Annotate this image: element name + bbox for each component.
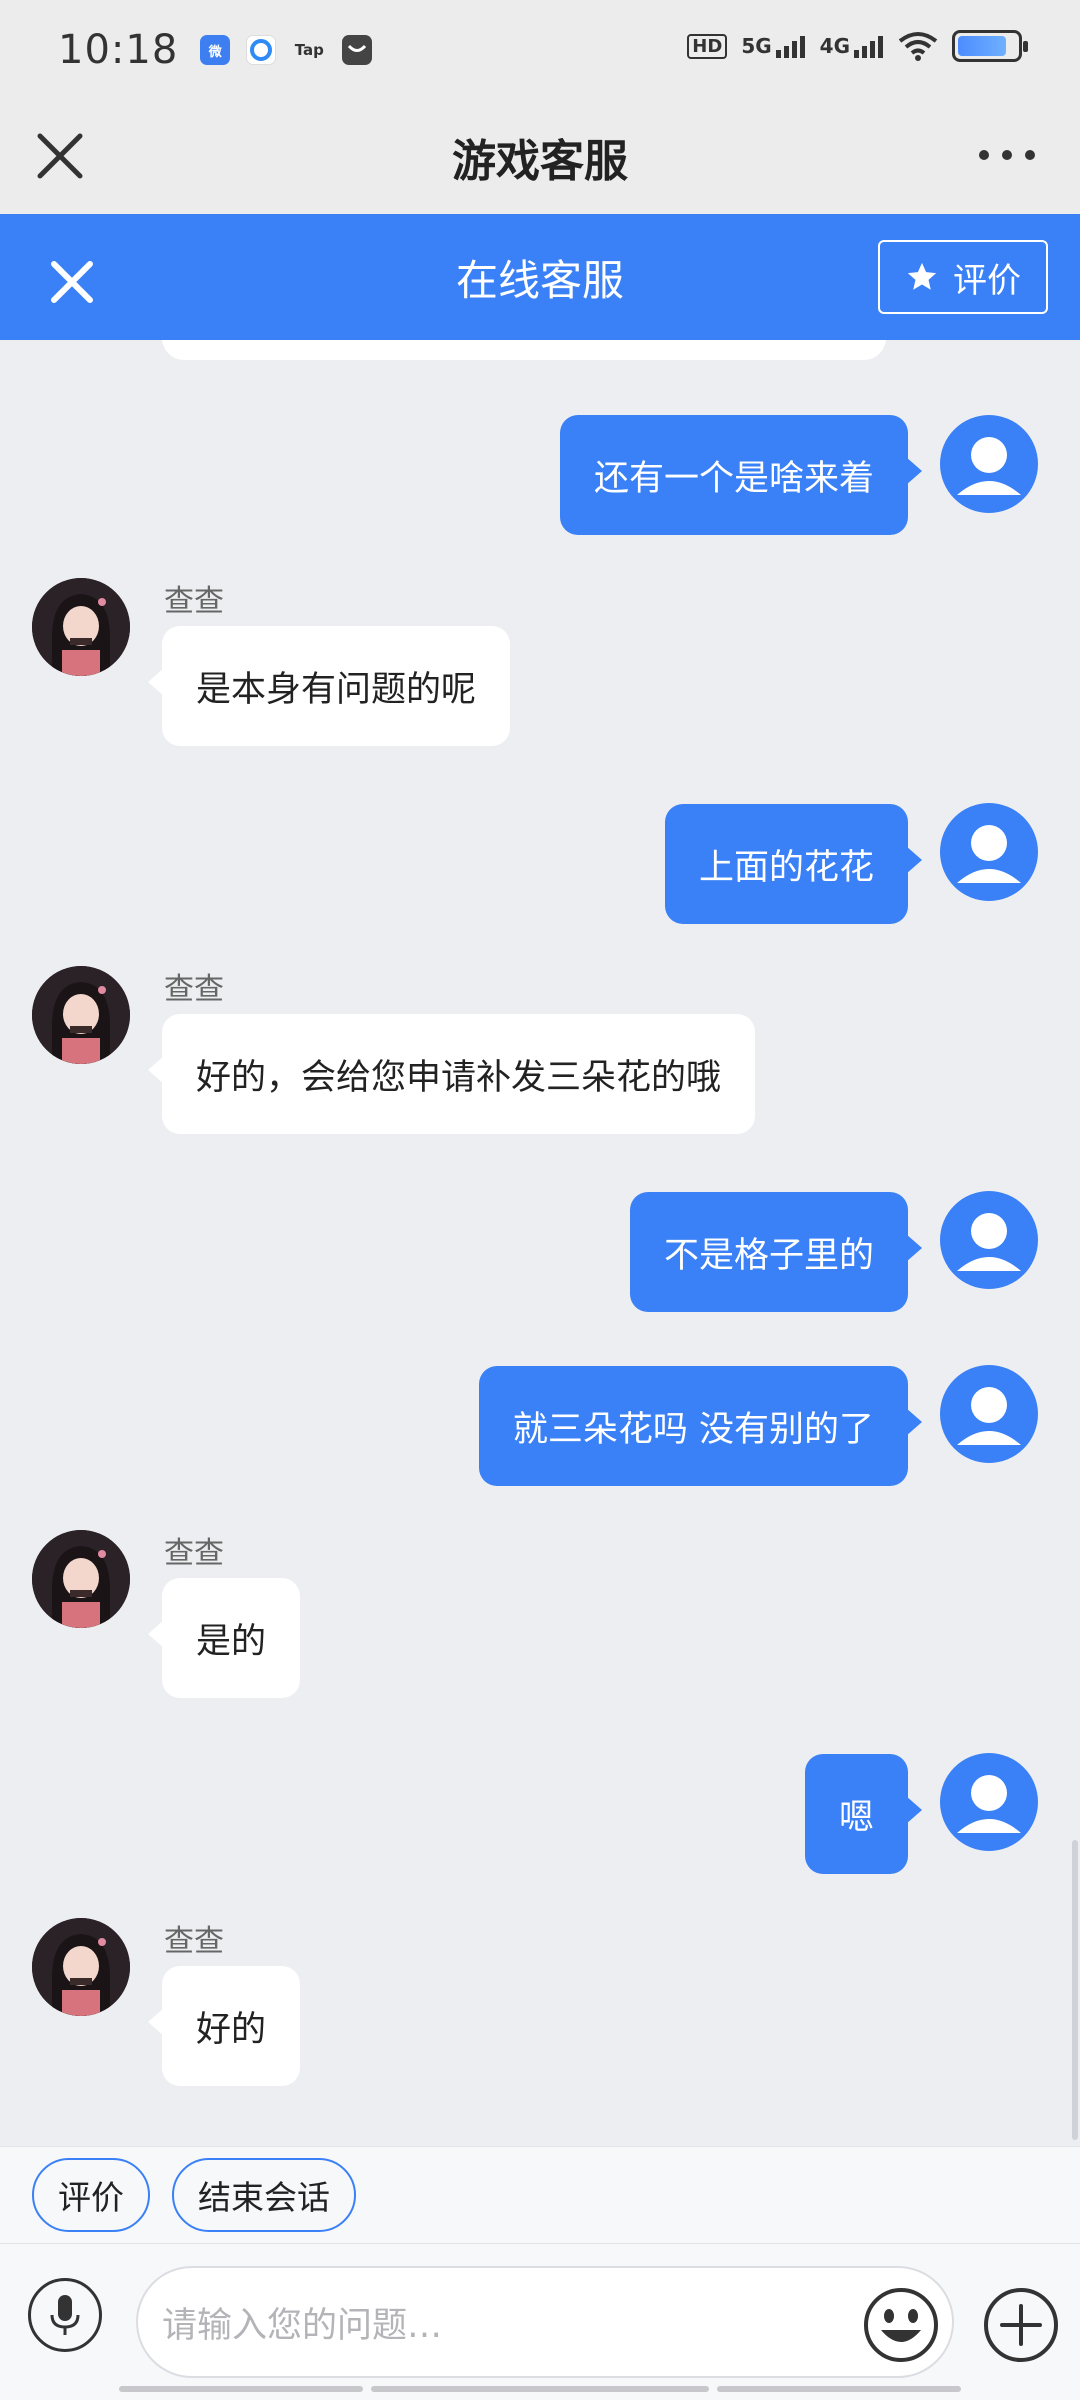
browser-icon [246,35,277,65]
rate-button-label: 评价 [953,260,1021,301]
user-message: 嗯 [804,1754,923,1874]
agent-name: 查查 [164,972,224,1007]
status-time: 10:18 [58,27,179,73]
chat-area[interactable]: 还有一个是啥来着 查查 是本身有问题的呢 上面的花花 查查 好的，会给您申请补发… [0,340,1080,2146]
agent-avatar [32,966,130,1064]
emoji-icon[interactable] [862,2286,940,2364]
agent-name: 查查 [164,584,224,619]
title-bar: 游戏客服 [0,100,1080,214]
agent-avatar [32,1530,130,1628]
agent-avatar [32,578,130,676]
microphone-icon [50,2295,80,2335]
chat-header: 在线客服 评价 [0,214,1080,340]
more-icon[interactable] [972,130,1042,180]
quick-actions-bar: 评价 结束会话 [0,2146,1080,2244]
user-avatar [940,415,1038,513]
5g-signal-icon: 5G [741,34,805,58]
user-message: 不是格子里的 [629,1192,923,1312]
star-icon [907,262,937,290]
agent-message: 好的，会给您申请补发三朵花的哦 [147,1014,756,1134]
close-chat-icon[interactable] [42,252,102,312]
rate-chip[interactable]: 评价 [32,2158,150,2232]
agent-avatar [32,1918,130,2016]
hd-icon: HD [687,33,728,59]
agent-message: 是本身有问题的呢 [147,626,511,746]
partial-message-bubble [162,340,886,360]
close-icon[interactable] [30,126,90,186]
chat-header-title: 在线客服 [455,255,624,305]
agent-name: 查查 [164,1536,224,1571]
user-message: 就三朵花吗 没有别的了 [478,1366,923,1486]
user-avatar [940,1753,1038,1851]
end-session-chip[interactable]: 结束会话 [172,2158,356,2232]
system-nav-bar [0,2386,1080,2400]
agent-message: 好的 [147,1966,301,2086]
taptap-icon: Tap [294,41,324,59]
user-avatar [940,1365,1038,1463]
chat-scrollbar[interactable] [1072,1840,1078,2140]
user-avatar [940,1191,1038,1289]
agent-name: 查查 [164,1924,224,1959]
message-icon [342,35,373,65]
4g-signal-icon: 4G [820,34,884,58]
user-message: 还有一个是啥来着 [559,415,923,535]
status-bar: 10:18 微 Tap HD 5G 4G [0,0,1080,100]
wifi-icon [898,32,938,61]
page-title: 游戏客服 [452,136,628,187]
microphone-button[interactable] [28,2278,102,2352]
user-avatar [940,803,1038,901]
message-input[interactable]: 请输入您的问题… [136,2266,954,2378]
battery-icon [952,30,1028,62]
rate-button[interactable]: 评价 [878,240,1048,314]
input-bar: 请输入您的问题… [0,2244,1080,2400]
weibo-icon: 微 [200,35,231,65]
user-message: 上面的花花 [664,804,923,924]
add-icon[interactable] [982,2286,1060,2364]
agent-message: 是的 [147,1578,301,1698]
